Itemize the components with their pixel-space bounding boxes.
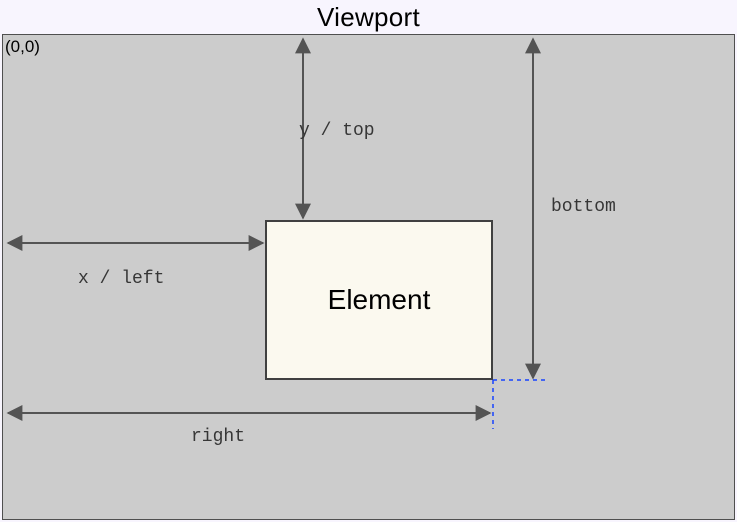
origin-coord: (0,0) xyxy=(5,37,40,57)
element-box: Element xyxy=(265,220,493,380)
viewport-area: (0,0) Element y / top x / left bottom ri… xyxy=(2,34,735,520)
label-y-top: y / top xyxy=(299,121,375,141)
label-x-left: x / left xyxy=(78,269,164,289)
page-title: Viewport xyxy=(0,0,737,33)
label-right: right xyxy=(191,427,245,447)
label-bottom: bottom xyxy=(551,197,616,217)
element-label: Element xyxy=(328,284,431,316)
